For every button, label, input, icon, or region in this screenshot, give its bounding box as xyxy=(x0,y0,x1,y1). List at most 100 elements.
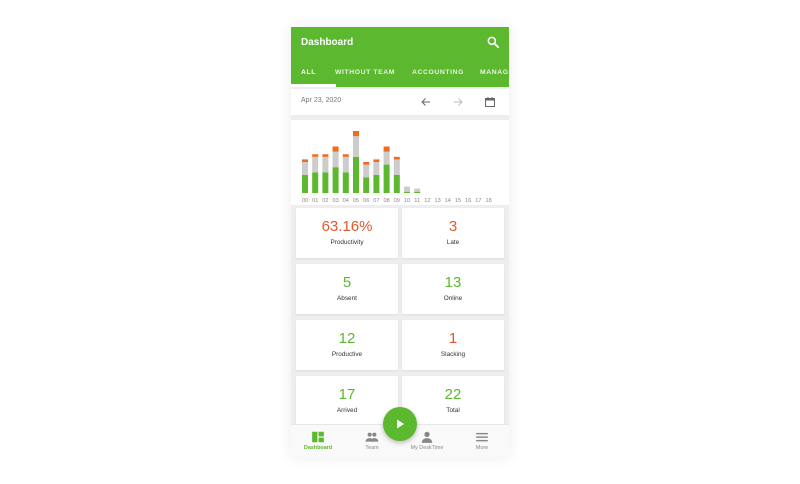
stat-value: 3 xyxy=(448,218,458,235)
stat-label: Productive xyxy=(331,351,363,358)
calendar-icon[interactable] xyxy=(484,96,496,108)
stat-label: Productivity xyxy=(330,239,364,246)
dashboard-icon xyxy=(312,431,324,443)
chart-bar-segment xyxy=(414,191,421,193)
chart-x-tick-label: 17 xyxy=(475,198,481,204)
person-icon xyxy=(421,431,433,443)
chart-bar-segment xyxy=(373,159,380,162)
chart-bar-segment xyxy=(353,156,359,193)
tab-management[interactable]: MANAGEMENT xyxy=(480,65,509,87)
chart-bar-segment xyxy=(302,162,308,175)
stat-card-productivity[interactable]: 63.16% Productivity xyxy=(296,208,398,258)
chart-bar-segment xyxy=(322,154,329,157)
tab-accounting[interactable]: ACCOUNTING xyxy=(412,65,464,87)
chart-bar-segment xyxy=(312,172,319,193)
chart-bar-segment xyxy=(312,156,319,173)
chart-bar-segment xyxy=(312,154,319,157)
chart-x-tick-label: 06 xyxy=(363,198,369,204)
chart-x-tick-label: 11 xyxy=(414,198,420,204)
stat-label: Total xyxy=(446,407,460,414)
play-fab-button[interactable] xyxy=(383,407,417,441)
chart-bar-segment xyxy=(383,146,390,152)
stat-value: 22 xyxy=(444,386,462,403)
chart-x-tick-label: 05 xyxy=(353,198,359,204)
chart-x-tick-label: 08 xyxy=(383,198,389,204)
chart-bar-segment xyxy=(404,186,410,192)
nav-more[interactable]: More xyxy=(455,425,509,457)
date-bar: Apr 23, 2020 xyxy=(291,89,509,115)
stat-label: Late xyxy=(446,239,460,246)
stat-label: Arrived xyxy=(336,407,358,414)
stat-card-absent[interactable]: 5 Absent xyxy=(296,264,398,314)
chart-x-tick-label: 13 xyxy=(434,198,440,204)
chart-bar-segment xyxy=(363,162,370,165)
tab-indicator xyxy=(291,84,336,87)
chart-x-tick-label: 14 xyxy=(445,198,451,204)
chart-x-tick-label: 01 xyxy=(312,198,318,204)
arrow-right-icon[interactable] xyxy=(452,96,464,108)
search-icon[interactable] xyxy=(486,35,500,49)
nav-label: My DeskTime xyxy=(410,445,444,451)
chart-bar-segment xyxy=(363,177,370,193)
stat-card-slacking[interactable]: 1 Slacking xyxy=(402,320,504,370)
chart-bar-segment xyxy=(342,172,349,193)
chart-x-tick-label: 07 xyxy=(373,198,379,204)
chart-x-tick-label: 10 xyxy=(404,198,410,204)
chart-bar-segment xyxy=(353,131,359,137)
nav-dashboard[interactable]: Dashboard xyxy=(291,425,345,457)
chart-bar-segment xyxy=(322,156,329,173)
chart-card: 00 01 02 03 04 05 06 07 08 09 10 11 12 13 14 15 16 17 18 xyxy=(291,120,509,205)
chart-bar-segment xyxy=(342,156,349,173)
chart-x-tick-label: 00 xyxy=(302,198,308,204)
stat-value: 12 xyxy=(338,330,356,347)
stat-card-online[interactable]: 13 Online xyxy=(402,264,504,314)
chart-x-tick-label: 18 xyxy=(485,198,491,204)
chart-bar-segment xyxy=(332,146,339,152)
chart-bar-segment xyxy=(393,174,400,193)
chart-x-tick-label: 16 xyxy=(465,198,471,204)
chart-bar-segment xyxy=(353,136,359,157)
nav-label: More xyxy=(475,445,489,451)
chart-bar-segment xyxy=(302,159,308,162)
chart-x-tick-label: 12 xyxy=(424,198,430,204)
stat-card-total[interactable]: 22 Total xyxy=(402,376,504,426)
arrow-left-icon[interactable] xyxy=(420,96,432,108)
chart-bar-segment xyxy=(373,162,380,175)
tab-without-team[interactable]: WITHOUT TEAM xyxy=(335,65,395,87)
stat-value: 1 xyxy=(448,330,458,347)
nav-label: Team xyxy=(365,445,379,451)
chart-bar-segment xyxy=(393,156,400,160)
chart-bar-segment xyxy=(332,167,339,193)
app-bar: Dashboard ALL WITHOUT TEAM ACCOUNTING MA… xyxy=(291,27,509,87)
chart-bar-segment xyxy=(414,188,421,192)
chart-bar-segment xyxy=(383,164,390,193)
chart-bar-segment xyxy=(342,154,349,157)
stat-card-productive[interactable]: 12 Productive xyxy=(296,320,398,370)
chart-bar-segment xyxy=(383,151,390,165)
chart-bar-segment xyxy=(332,151,339,168)
hourly-activity-chart: 00 01 02 03 04 05 06 07 08 09 10 11 12 13 14 15 16 17 18 xyxy=(302,131,492,204)
menu-icon xyxy=(476,432,488,442)
chart-x-tick-label: 03 xyxy=(332,198,338,204)
stat-card-late[interactable]: 3 Late xyxy=(402,208,504,258)
chart-bar-segment xyxy=(302,174,308,193)
chart-bar-segment xyxy=(393,159,400,175)
app-title: Dashboard xyxy=(301,37,354,48)
chart-bar-segment xyxy=(404,191,410,193)
stat-value: 63.16% xyxy=(321,218,373,235)
team-icon xyxy=(365,432,379,442)
date-label[interactable]: Apr 23, 2020 xyxy=(301,97,341,104)
phone-screen: Dashboard ALL WITHOUT TEAM ACCOUNTING MA… xyxy=(291,27,509,457)
chart-x-tick-label: 02 xyxy=(322,198,328,204)
play-icon xyxy=(397,419,404,429)
stat-value: 17 xyxy=(338,386,356,403)
chart-x-tick-label: 09 xyxy=(394,198,400,204)
nav-label: Dashboard xyxy=(303,445,333,451)
chart-bar-segment xyxy=(322,172,329,193)
stat-label: Absent xyxy=(337,295,357,302)
stat-value: 13 xyxy=(444,274,462,291)
stat-label: Online xyxy=(443,295,463,302)
stat-label: Slacking xyxy=(440,351,466,358)
chart-bar-segment xyxy=(363,164,370,178)
chart-x-tick-label: 15 xyxy=(455,198,461,204)
